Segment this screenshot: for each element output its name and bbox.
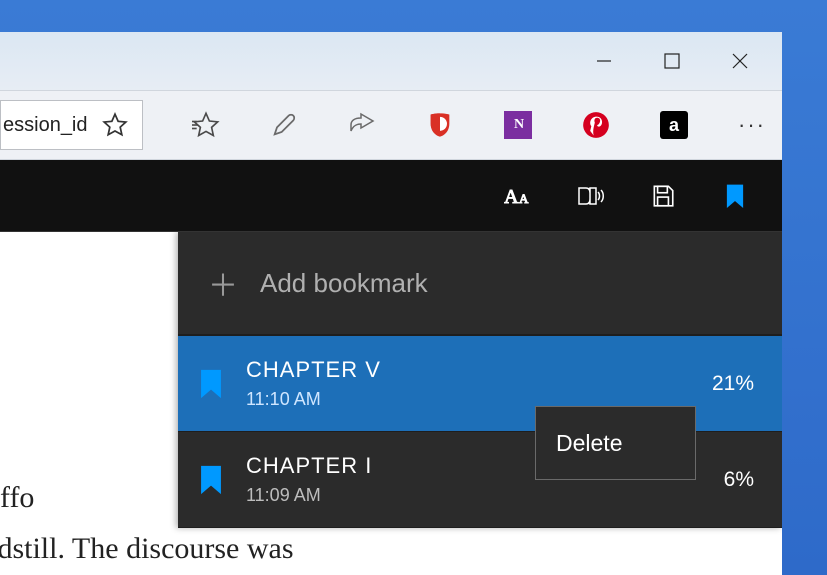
bookmark-percent: 6% [724, 468, 754, 492]
ublock-icon [426, 111, 454, 139]
font-size-button[interactable]: A A [504, 181, 534, 211]
amazon-extension[interactable]: a [657, 108, 691, 142]
read-aloud-icon [576, 183, 606, 209]
pen-button[interactable] [267, 108, 301, 142]
context-menu-delete-label: Delete [556, 430, 622, 457]
star-icon [102, 112, 128, 138]
bookmarks-panel: ＋ Add bookmark CHAPTER V 11:10 AM 21% CH… [178, 232, 782, 528]
bookmark-percent: 21% [712, 372, 754, 396]
font-size-icon: A A [504, 183, 534, 209]
minimize-button[interactable] [590, 47, 618, 75]
svg-text:A: A [519, 191, 529, 206]
maximize-button[interactable] [658, 47, 686, 75]
bookmark-text: CHAPTER V 11:10 AM [246, 357, 712, 410]
context-menu-delete[interactable]: Delete [535, 406, 696, 480]
amazon-icon: a [660, 111, 688, 139]
share-button[interactable] [345, 108, 379, 142]
toolbar: N a ··· [0, 90, 782, 160]
star-burst-icon [192, 111, 220, 139]
save-icon [650, 183, 676, 209]
address-input[interactable] [1, 114, 97, 137]
add-bookmark-label: Add bookmark [260, 268, 428, 299]
close-icon [731, 52, 749, 70]
reader-content: d and suffo ead standstill. The discours… [0, 232, 782, 575]
pinterest-icon [582, 111, 610, 139]
add-bookmark-button[interactable]: ＋ Add bookmark [178, 232, 782, 336]
browser-window: N a ··· A A [0, 32, 782, 575]
minimize-icon [595, 52, 613, 70]
plus-icon: ＋ [208, 261, 238, 305]
pinterest-extension[interactable] [579, 108, 613, 142]
toolbar-icons: N a ··· [189, 108, 769, 142]
bookmark-icon [725, 183, 745, 209]
share-icon [347, 111, 377, 139]
bookmark-time: 11:09 AM [246, 485, 724, 506]
titlebar [0, 32, 782, 90]
bookmark-icon [194, 463, 228, 497]
more-button[interactable]: ··· [735, 108, 769, 142]
bookmarks-button[interactable] [720, 181, 750, 211]
ublock-extension[interactable] [423, 108, 457, 142]
bookmark-title: CHAPTER V [246, 357, 712, 383]
read-aloud-button[interactable] [576, 181, 606, 211]
page-line-2: ead standstill. The discourse was [0, 523, 460, 574]
more-icon: ··· [738, 112, 766, 138]
onenote-icon: N [504, 111, 532, 139]
pen-icon [270, 111, 298, 139]
close-button[interactable] [726, 47, 754, 75]
maximize-icon [664, 53, 680, 69]
reader-toolbar: A A [0, 160, 782, 232]
svg-text:A: A [504, 186, 519, 208]
address-bar[interactable] [0, 100, 143, 150]
reading-list-button[interactable] [189, 108, 223, 142]
onenote-extension[interactable]: N [501, 108, 535, 142]
favorite-star-button[interactable] [97, 107, 133, 143]
bookmark-icon [194, 367, 228, 401]
save-button[interactable] [648, 181, 678, 211]
